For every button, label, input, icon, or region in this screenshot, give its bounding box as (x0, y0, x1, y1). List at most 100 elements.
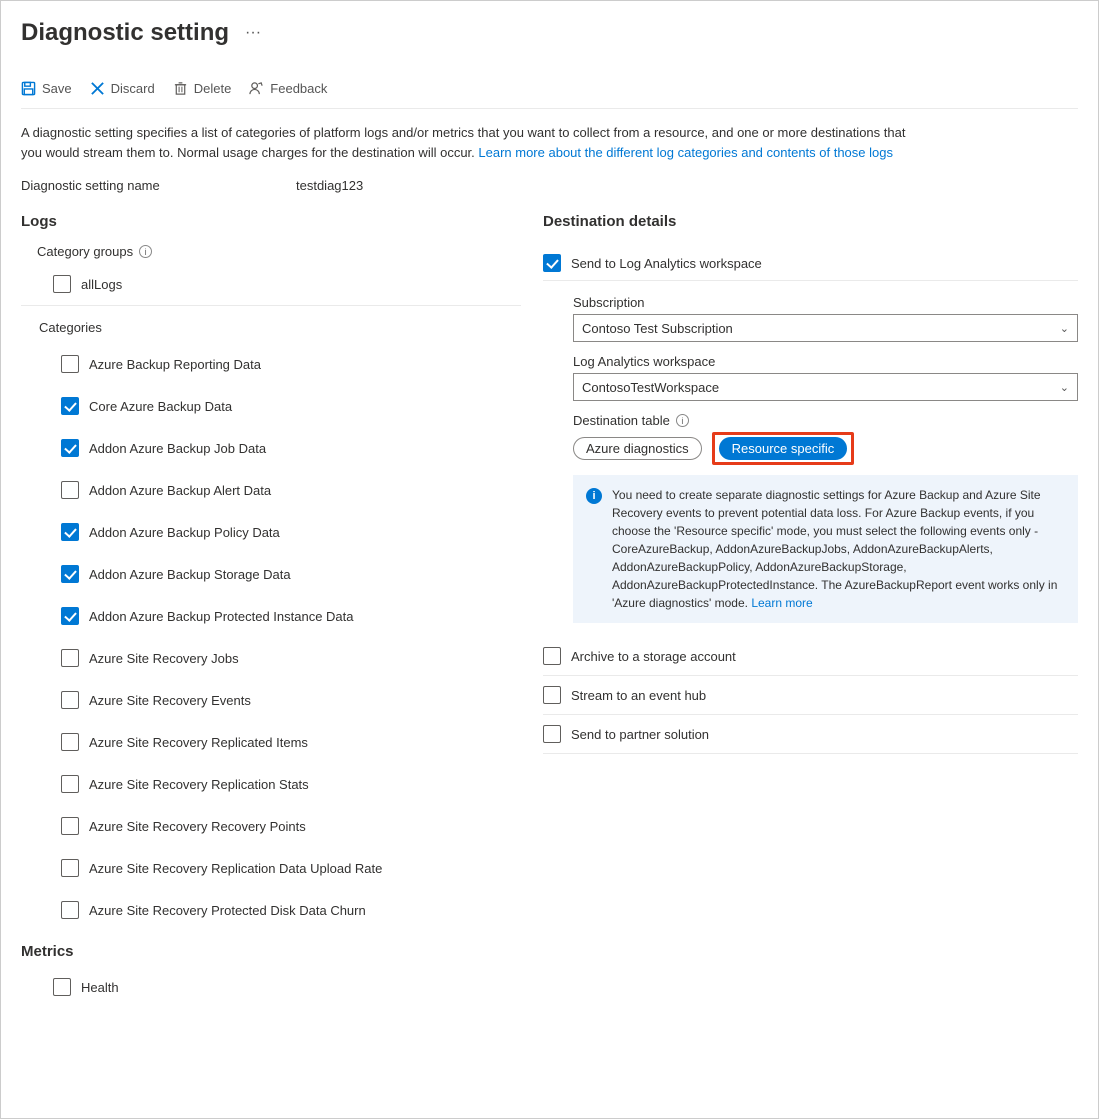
metrics-heading: Metrics (21, 943, 521, 960)
dest-eventhub-checkbox[interactable] (543, 686, 561, 704)
destination-heading: Destination details (543, 213, 1078, 230)
category-checkbox[interactable] (61, 439, 79, 457)
alllogs-label: allLogs (81, 277, 122, 292)
save-button[interactable]: Save (21, 81, 72, 96)
metric-checkbox[interactable] (53, 978, 71, 996)
category-checkbox[interactable] (61, 355, 79, 373)
logs-column: Logs Category groups i allLogs Categorie… (21, 213, 521, 1004)
dest-log-analytics-checkbox[interactable] (543, 254, 561, 272)
category-row: Addon Azure Backup Policy Data (61, 511, 521, 553)
save-icon (21, 81, 36, 96)
trash-icon (173, 81, 188, 96)
dest-table-label: Destination table (573, 413, 670, 428)
setting-name-row: Diagnostic setting name testdiag123 (21, 178, 1078, 193)
category-row: Addon Azure Backup Storage Data (61, 553, 521, 595)
metric-label: Health (81, 980, 119, 995)
category-row: Addon Azure Backup Protected Instance Da… (61, 595, 521, 637)
category-row: Core Azure Backup Data (61, 385, 521, 427)
category-groups-label: Category groups (37, 244, 133, 259)
metric-row: Health (53, 970, 521, 1004)
close-icon (90, 81, 105, 96)
category-checkbox[interactable] (61, 565, 79, 583)
info-learn-more-link[interactable]: Learn more (751, 596, 812, 610)
page-title: Diagnostic setting (21, 19, 229, 47)
feedback-icon (249, 81, 264, 96)
chevron-down-icon: ⌄ (1060, 381, 1069, 394)
category-checkbox[interactable] (61, 397, 79, 415)
setting-name-label: Diagnostic setting name (21, 178, 296, 193)
dest-log-analytics-row: Send to Log Analytics workspace (543, 244, 1078, 282)
info-icon[interactable]: i (139, 245, 152, 258)
category-checkbox[interactable] (61, 691, 79, 709)
category-checkbox[interactable] (61, 775, 79, 793)
subscription-value: Contoso Test Subscription (582, 321, 733, 336)
category-checkbox[interactable] (61, 649, 79, 667)
category-row: Azure Site Recovery Recovery Points (61, 805, 521, 847)
toggle-resource-specific[interactable]: Resource specific (719, 437, 848, 460)
setting-name-value: testdiag123 (296, 178, 363, 193)
category-row: Addon Azure Backup Alert Data (61, 469, 521, 511)
subscription-label: Subscription (573, 295, 1078, 310)
feedback-label: Feedback (270, 81, 327, 96)
category-label: Addon Azure Backup Storage Data (89, 567, 291, 582)
dest-table-toggle: Azure diagnostics Resource specific (573, 432, 1078, 465)
delete-label: Delete (194, 81, 232, 96)
info-circle-icon: i (586, 488, 602, 504)
info-icon[interactable]: i (676, 414, 689, 427)
category-label: Addon Azure Backup Job Data (89, 441, 266, 456)
category-row: Azure Site Recovery Jobs (61, 637, 521, 679)
chevron-down-icon: ⌄ (1060, 322, 1069, 335)
workspace-select[interactable]: ContosoTestWorkspace ⌄ (573, 373, 1078, 401)
category-label: Azure Site Recovery Replication Stats (89, 777, 309, 792)
category-row: Azure Site Recovery Events (61, 679, 521, 721)
category-label: Azure Site Recovery Replicated Items (89, 735, 308, 750)
dest-storage-checkbox[interactable] (543, 647, 561, 665)
dest-storage-row: Archive to a storage account (543, 637, 1078, 676)
diagnostic-setting-page: Diagnostic setting ··· Save Discard Dele… (0, 0, 1099, 1119)
category-label: Azure Site Recovery Recovery Points (89, 819, 306, 834)
dest-partner-checkbox[interactable] (543, 725, 561, 743)
alllogs-row: allLogs (53, 267, 521, 301)
logs-heading: Logs (21, 213, 521, 230)
description: A diagnostic setting specifies a list of… (21, 123, 921, 162)
delete-button[interactable]: Delete (173, 81, 232, 96)
category-label: Azure Site Recovery Protected Disk Data … (89, 903, 366, 918)
category-row: Azure Site Recovery Replicated Items (61, 721, 521, 763)
toggle-azure-diagnostics[interactable]: Azure diagnostics (573, 437, 702, 460)
category-checkbox[interactable] (61, 901, 79, 919)
category-checkbox[interactable] (61, 481, 79, 499)
category-checkbox[interactable] (61, 859, 79, 877)
log-analytics-details: Subscription Contoso Test Subscription ⌄… (573, 295, 1078, 623)
category-checkbox[interactable] (61, 817, 79, 835)
category-label: Azure Site Recovery Replication Data Upl… (89, 861, 382, 876)
info-text: You need to create separate diagnostic s… (612, 488, 1057, 610)
feedback-button[interactable]: Feedback (249, 81, 327, 96)
category-checkbox[interactable] (61, 607, 79, 625)
alllogs-checkbox[interactable] (53, 275, 71, 293)
discard-label: Discard (111, 81, 155, 96)
discard-button[interactable]: Discard (90, 81, 155, 96)
category-row: Azure Site Recovery Replication Stats (61, 763, 521, 805)
category-label: Addon Azure Backup Alert Data (89, 483, 271, 498)
subscription-select[interactable]: Contoso Test Subscription ⌄ (573, 314, 1078, 342)
workspace-label: Log Analytics workspace (573, 354, 1078, 369)
dest-storage-label: Archive to a storage account (571, 649, 736, 664)
destination-column: Destination details Send to Log Analytic… (543, 213, 1078, 1004)
highlight-resource-specific: Resource specific (712, 432, 855, 465)
category-label: Core Azure Backup Data (89, 399, 232, 414)
category-row: Azure Site Recovery Replication Data Upl… (61, 847, 521, 889)
category-row: Azure Backup Reporting Data (61, 343, 521, 385)
info-panel: i You need to create separate diagnostic… (573, 475, 1078, 623)
category-checkbox[interactable] (61, 523, 79, 541)
more-actions-button[interactable]: ··· (241, 24, 265, 42)
category-label: Addon Azure Backup Policy Data (89, 525, 280, 540)
dest-eventhub-label: Stream to an event hub (571, 688, 706, 703)
toolbar: Save Discard Delete Feedback (21, 81, 1078, 109)
workspace-value: ContosoTestWorkspace (582, 380, 719, 395)
learn-more-link[interactable]: Learn more about the different log categ… (478, 145, 893, 160)
dest-log-analytics-label: Send to Log Analytics workspace (571, 256, 762, 271)
category-checkbox[interactable] (61, 733, 79, 751)
dest-partner-row: Send to partner solution (543, 715, 1078, 754)
category-row: Azure Site Recovery Protected Disk Data … (61, 889, 521, 931)
category-label: Azure Backup Reporting Data (89, 357, 261, 372)
